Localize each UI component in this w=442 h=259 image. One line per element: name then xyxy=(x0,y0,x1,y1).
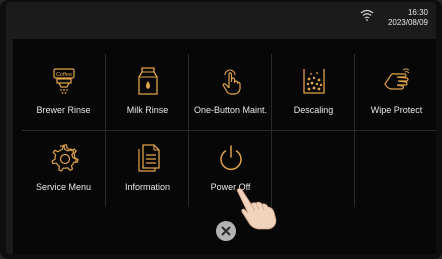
menu-item-service-menu[interactable]: Service Menu xyxy=(22,131,105,207)
menu-item-label: Descaling xyxy=(293,105,334,115)
close-button[interactable] xyxy=(216,221,236,241)
clock-time: 16:30 xyxy=(407,8,428,17)
document-icon xyxy=(131,143,165,173)
menu-item-label: Brewer Rinse xyxy=(36,105,91,115)
menu-item-label: Milk Rinse xyxy=(126,105,169,115)
milk-carton-icon xyxy=(131,66,165,96)
pointing-hand-overlay xyxy=(236,188,277,230)
menu-item-label: Wipe Protect xyxy=(370,105,423,115)
close-icon xyxy=(221,226,231,236)
menu-item-milk-rinse[interactable]: Milk Rinse xyxy=(106,54,189,130)
menu-item-brewer-rinse[interactable]: Coffee Brewer Rinse xyxy=(22,54,105,130)
coffee-brewer-icon: Coffee xyxy=(47,66,81,96)
wifi-icon xyxy=(360,9,374,21)
menu-item-descaling[interactable]: Descaling xyxy=(272,54,355,130)
menu-item-label: Service Menu xyxy=(35,182,92,192)
menu-item-label: One-Button Maint. xyxy=(193,105,268,115)
menu-item-wipe-protect[interactable]: Wipe Protect xyxy=(355,54,438,130)
wipe-hand-icon xyxy=(380,66,414,96)
menu-item-information[interactable]: Information xyxy=(106,131,189,207)
gear-icon xyxy=(47,143,81,173)
menu-item-label: Information xyxy=(124,182,171,192)
touch-finger-icon xyxy=(214,66,248,96)
maintenance-menu-panel: Coffee Brewer Rinse Milk Rinse One-Butto… xyxy=(13,39,436,254)
svg-text:Coffee: Coffee xyxy=(55,72,71,78)
descaling-container-icon xyxy=(297,66,331,96)
power-icon xyxy=(214,143,248,173)
menu-item-one-button-maint[interactable]: One-Button Maint. xyxy=(189,54,272,130)
clock-date: 2023/08/09 xyxy=(387,18,428,27)
menu-grid: Coffee Brewer Rinse Milk Rinse One-Butto… xyxy=(22,54,436,207)
